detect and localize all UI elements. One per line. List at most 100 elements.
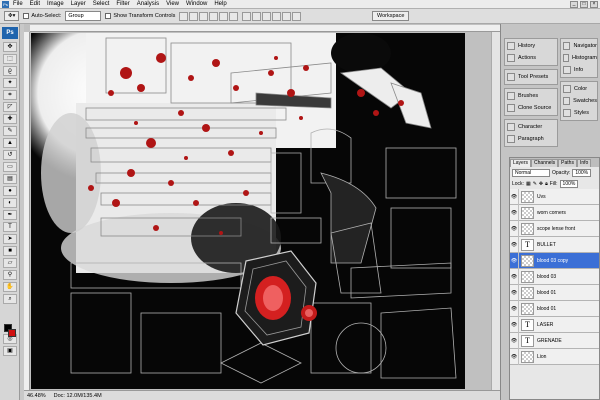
eye-visibility-icon[interactable]: 👁︎ — [510, 252, 519, 269]
gradient-tool-icon[interactable]: ▤ — [3, 174, 17, 184]
lasso-tool-icon[interactable]: ϱ — [3, 66, 17, 76]
eye-visibility-icon[interactable]: 👁︎ — [510, 300, 519, 317]
maximize-icon[interactable]: □ — [580, 1, 588, 8]
crop-tool-icon[interactable]: ⌗ — [3, 90, 17, 100]
zoom-tool-icon[interactable]: ⌕ — [3, 294, 17, 304]
eye-visibility-icon[interactable]: 👁︎ — [510, 332, 519, 349]
align-left-icon[interactable] — [209, 11, 219, 21]
histogram-panel-button[interactable]: Histogram — [561, 52, 597, 64]
move-tool-preset-icon[interactable]: ✥▾ — [4, 11, 20, 21]
distribute-center-icon[interactable] — [282, 11, 292, 21]
lock-pixels-icon[interactable]: ✎ — [533, 181, 537, 187]
swatches-panel-button[interactable]: Swatches — [561, 95, 597, 107]
distribute-top-icon[interactable] — [242, 11, 252, 21]
align-center-icon[interactable] — [219, 11, 229, 21]
tab-paths[interactable]: Paths — [558, 159, 577, 167]
minimize-icon[interactable]: _ — [570, 1, 578, 8]
menu-help[interactable]: Help — [214, 1, 226, 7]
distribute-left-icon[interactable] — [272, 11, 282, 21]
eye-visibility-icon[interactable]: 👁︎ — [510, 204, 519, 221]
styles-panel-button[interactable]: Styles — [561, 107, 597, 119]
eraser-tool-icon[interactable]: ▭ — [3, 162, 17, 172]
workspace-button[interactable]: Workspace — [372, 11, 410, 21]
menu-window[interactable]: Window — [186, 1, 207, 7]
align-middle-icon[interactable] — [189, 11, 199, 21]
dodge-tool-icon[interactable]: ◐ — [3, 198, 17, 208]
lock-position-icon[interactable]: ✥ — [539, 181, 543, 187]
menu-analysis[interactable]: Analysis — [137, 1, 159, 7]
distribute-middle-icon[interactable] — [252, 11, 262, 21]
screen-mode-icon[interactable]: ▣ — [3, 346, 17, 356]
eye-visibility-icon[interactable]: 👁︎ — [510, 348, 519, 365]
eye-visibility-icon[interactable]: 👁︎ — [510, 284, 519, 301]
layer-row[interactable]: 👁︎ Uvs — [510, 188, 599, 205]
distribute-bottom-icon[interactable] — [262, 11, 272, 21]
close-icon[interactable]: × — [590, 1, 598, 8]
tab-info[interactable]: Info — [576, 159, 592, 167]
blend-mode-dropdown[interactable]: Normal — [512, 168, 550, 177]
blur-tool-icon[interactable]: ● — [3, 186, 17, 196]
path-selection-icon[interactable]: ➤ — [3, 234, 17, 244]
auto-select-dropdown[interactable]: Group — [65, 11, 102, 21]
layer-row[interactable]: 👁︎ T GRENADE — [510, 332, 599, 349]
menu-layer[interactable]: Layer — [71, 1, 86, 7]
menu-view[interactable]: View — [166, 1, 179, 7]
menu-filter[interactable]: Filter — [116, 1, 129, 7]
pen-tool-icon[interactable]: ✒ — [3, 210, 17, 220]
menu-image[interactable]: Image — [47, 1, 64, 7]
tool-presets-panel-button[interactable]: Tool Presets — [505, 71, 557, 83]
layer-row[interactable]: 👁︎ T LASER — [510, 316, 599, 333]
hand-tool-icon[interactable]: ✋ — [3, 282, 17, 292]
layer-row[interactable]: 👁︎ blood 01 — [510, 300, 599, 317]
align-right-icon[interactable] — [229, 11, 239, 21]
fill-field[interactable]: 100% — [559, 179, 579, 188]
lock-transparent-icon[interactable]: ▦ — [526, 181, 531, 187]
tab-layers[interactable]: Layers — [510, 159, 532, 167]
healing-brush-icon[interactable]: ✚ — [3, 114, 17, 124]
eye-visibility-icon[interactable]: 👁︎ — [510, 236, 519, 253]
menu-select[interactable]: Select — [93, 1, 110, 7]
canvas[interactable] — [31, 33, 465, 389]
zoom-level[interactable]: 46.48% — [27, 393, 46, 399]
align-bottom-icon[interactable] — [199, 11, 209, 21]
history-panel-button[interactable]: History — [505, 40, 557, 52]
eye-visibility-icon[interactable]: 👁︎ — [510, 220, 519, 237]
layer-row[interactable]: 👁︎ T BULLET — [510, 236, 599, 253]
navigator-panel-button[interactable]: Navigator — [561, 40, 597, 52]
distribute-right-icon[interactable] — [292, 11, 302, 21]
brushes-panel-button[interactable]: Brushes — [505, 90, 557, 102]
shape-tool-icon[interactable]: ■ — [3, 246, 17, 256]
layer-row[interactable]: 👁︎ blood 01 — [510, 284, 599, 301]
magic-wand-icon[interactable]: ✦ — [3, 78, 17, 88]
layer-row[interactable]: 👁︎ blood 03 — [510, 268, 599, 285]
menu-edit[interactable]: Edit — [30, 1, 40, 7]
character-panel-button[interactable]: Character — [505, 121, 557, 133]
show-transform-checkbox[interactable]: Show Transform Controls — [105, 13, 175, 19]
lock-all-icon[interactable]: 🔒︎ — [545, 181, 548, 187]
menu-file[interactable]: File — [13, 1, 23, 7]
layer-row[interactable]: 👁︎ blood 03 copy — [510, 252, 599, 269]
history-brush-icon[interactable]: ↺ — [3, 150, 17, 160]
type-tool-icon[interactable]: T — [3, 222, 17, 232]
tab-channels[interactable]: Channels — [531, 159, 559, 167]
eye-visibility-icon[interactable]: 👁︎ — [510, 316, 519, 333]
marquee-tool-icon[interactable]: ⬚ — [3, 54, 17, 64]
vertical-scrollbar[interactable] — [491, 32, 500, 390]
brush-tool-icon[interactable]: ✎ — [3, 126, 17, 136]
align-top-icon[interactable] — [179, 11, 189, 21]
layer-row[interactable]: 👁︎ worn corners — [510, 204, 599, 221]
opacity-field[interactable]: 100% — [572, 168, 592, 177]
actions-panel-button[interactable]: Actions — [505, 52, 557, 64]
info-panel-button[interactable]: Info — [561, 64, 597, 76]
slice-tool-icon[interactable]: ◸ — [3, 102, 17, 112]
move-tool-icon[interactable]: ✥ — [3, 42, 17, 52]
checkbox-icon[interactable] — [23, 13, 30, 19]
layer-row[interactable]: 👁︎ Lion — [510, 348, 599, 365]
clone-stamp-icon[interactable]: ▲ — [3, 138, 17, 148]
color-panel-button[interactable]: Color — [561, 83, 597, 95]
eye-visibility-icon[interactable]: 👁︎ — [510, 268, 519, 285]
background-color-swatch[interactable] — [8, 329, 16, 337]
notes-tool-icon[interactable]: ▱ — [3, 258, 17, 268]
layer-row[interactable]: 👁︎ scope lense front — [510, 220, 599, 237]
paragraph-panel-button[interactable]: Paragraph — [505, 133, 557, 145]
